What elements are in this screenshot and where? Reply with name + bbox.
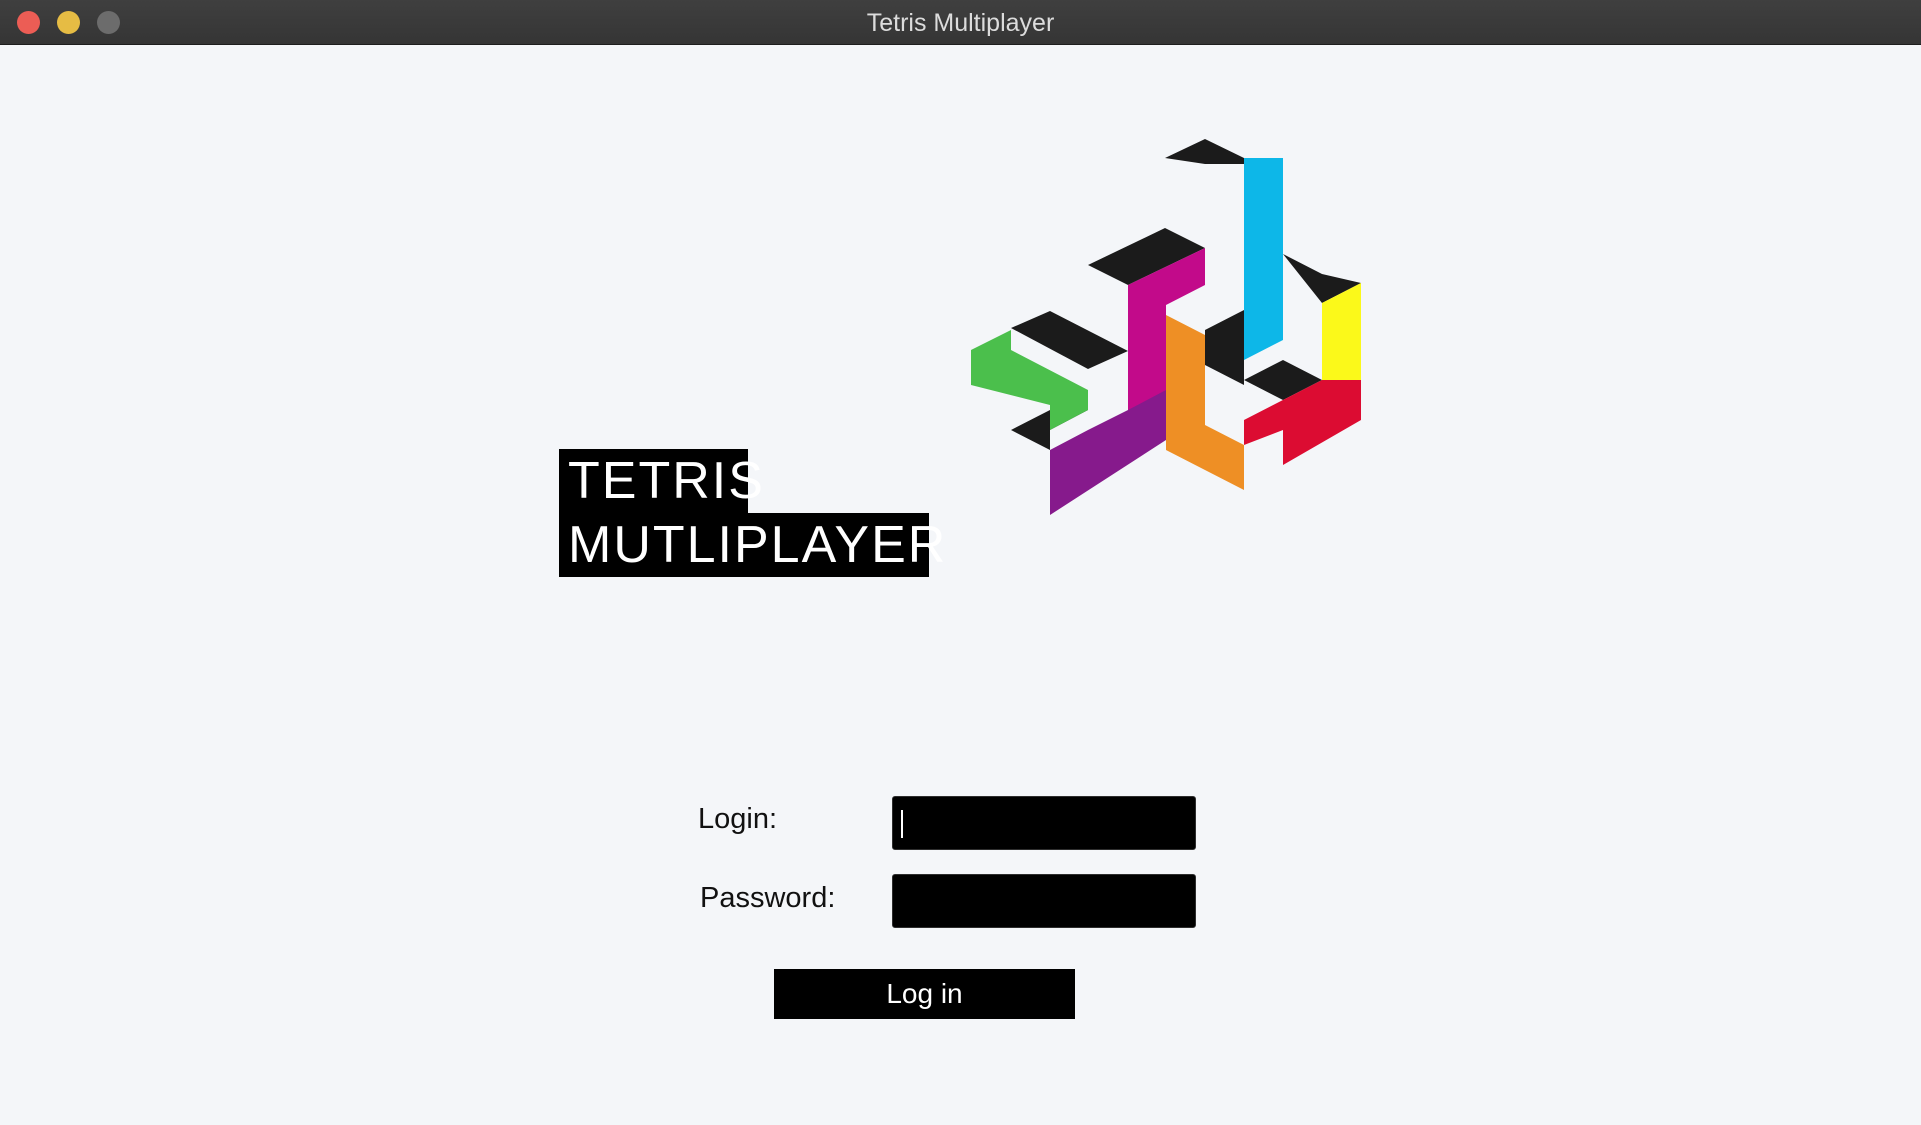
- logo-wordmark: TETRIS MUTLIPLAYER: [559, 449, 945, 577]
- logo-line-2: MUTLIPLAYER: [559, 513, 945, 577]
- password-input[interactable]: [892, 874, 1196, 928]
- window-title: Tetris Multiplayer: [866, 9, 1055, 37]
- text-cursor: [901, 810, 903, 838]
- login-label: Login:: [698, 803, 778, 835]
- block-red: [1244, 380, 1361, 465]
- password-label: Password:: [700, 882, 836, 914]
- block-cyan: [1244, 158, 1283, 360]
- block-top-cyan: [1165, 139, 1244, 164]
- title-bar: Tetris Multiplayer: [0, 0, 1921, 45]
- login-input[interactable]: [892, 796, 1196, 850]
- login-button[interactable]: Log in: [774, 969, 1075, 1019]
- tetris-blocks-logo-icon: [971, 139, 1361, 515]
- logo-line-1: TETRIS: [559, 449, 763, 513]
- app-window: Tetris Multiplayer TETRIS MUTLIPLAYER Lo…: [0, 0, 1921, 1125]
